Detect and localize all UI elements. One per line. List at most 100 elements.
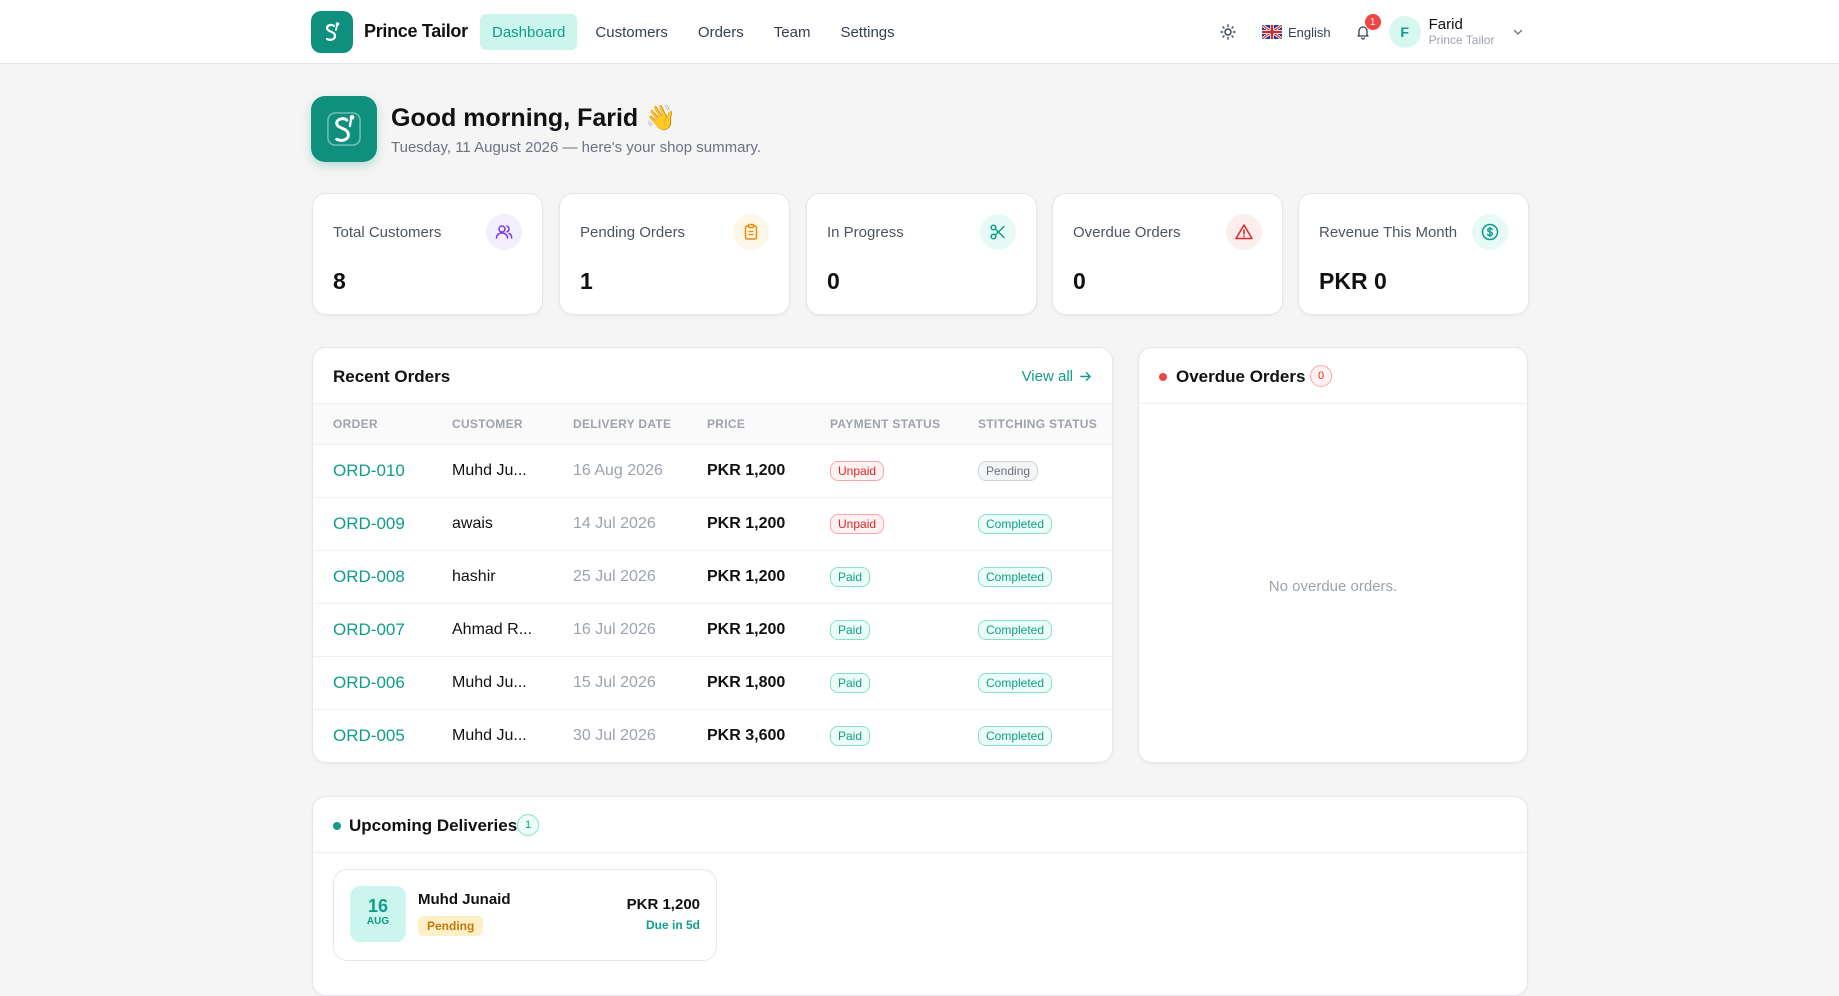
price-cell: PKR 1,200 — [687, 444, 810, 498]
stat-label: Total Customers — [333, 224, 442, 241]
language-selector[interactable]: English — [1262, 25, 1331, 40]
table-row[interactable]: ORD-009 awais 14 Jul 2026 PKR 1,200 Unpa… — [313, 497, 1112, 551]
delivery-status-badge: Pending — [418, 916, 484, 936]
count-badge: 1 — [517, 814, 539, 836]
app-logo[interactable] — [311, 11, 353, 53]
nav-orders[interactable]: Orders — [686, 14, 756, 50]
delivery-date-badge: 16 AUG — [350, 886, 406, 942]
payment-status-badge: Paid — [830, 672, 871, 693]
order-id-link[interactable]: ORD-005 — [333, 726, 405, 745]
stitching-status-badge: Completed — [978, 725, 1053, 746]
delivery-item[interactable]: 16 AUG Muhd Junaid Pending PKR 1,200 Due… — [333, 869, 717, 961]
table-row[interactable]: ORD-010 Muhd Ju... 16 Aug 2026 PKR 1,200… — [313, 444, 1112, 498]
user-name: Farid — [1428, 16, 1463, 33]
avatar: F — [1388, 16, 1421, 48]
notifications-button[interactable]: 1 — [1347, 14, 1381, 50]
order-id-link[interactable]: ORD-008 — [333, 567, 405, 586]
delivery-due: Due in 5d — [645, 918, 700, 932]
customer-cell: Ahmad R... — [432, 603, 553, 657]
table-row[interactable]: ORD-005 Muhd Ju... 30 Jul 2026 PKR 3,600… — [313, 709, 1112, 762]
recent-orders-card: Recent Orders View all ORDER CUSTOMER DE… — [312, 347, 1113, 763]
main-nav: Dashboard Customers Orders Team Settings — [480, 14, 907, 50]
stat-icon-wrap — [486, 214, 522, 250]
card-title: Recent Orders — [333, 367, 451, 386]
column-header[interactable]: STITCHING STATUS — [958, 404, 1112, 445]
payment-status-badge: Paid — [830, 619, 871, 640]
uk-flag-icon — [1262, 25, 1282, 39]
order-id-link[interactable]: ORD-010 — [333, 461, 405, 480]
customer-cell: Muhd Ju... — [432, 656, 553, 710]
top-navbar: Prince Tailor Dashboard Customers Orders… — [0, 0, 1839, 64]
stitching-status-badge: Completed — [978, 619, 1053, 640]
table-row[interactable]: ORD-008 hashir 25 Jul 2026 PKR 1,200 Pai… — [313, 550, 1112, 604]
stat-value: 8 — [333, 268, 346, 294]
order-id-link[interactable]: ORD-006 — [333, 673, 405, 692]
delivery-day: 16 — [367, 896, 389, 916]
customer-cell: hashir — [432, 550, 553, 604]
upcoming-deliveries-card: Upcoming Deliveries 1 16 AUG Muhd Junaid… — [312, 796, 1528, 996]
logo-mark-icon — [327, 112, 361, 146]
notification-count-badge: 1 — [1364, 14, 1381, 30]
card-title: Overdue Orders — [1176, 367, 1306, 386]
logo-mark-icon — [325, 22, 340, 41]
scissors-icon — [990, 224, 1005, 240]
header-controls: English 1 F Farid Prince Tailor — [1210, 14, 1524, 50]
order-id-link[interactable]: ORD-007 — [333, 620, 405, 639]
payment-status-badge: Paid — [830, 566, 871, 587]
column-header[interactable]: ORDER — [313, 404, 432, 445]
chevron-down-icon — [1514, 29, 1523, 35]
stat-card-revenue: Revenue This Month PKR 0 — [1298, 193, 1529, 315]
stat-value: PKR 0 — [1319, 268, 1387, 294]
payment-status-badge: Unpaid — [830, 460, 885, 481]
customer-cell: Muhd Ju... — [452, 726, 527, 744]
delivery-month: AUG — [366, 916, 390, 927]
table-row[interactable]: ORD-007 Ahmad R... 16 Jul 2026 PKR 1,200… — [313, 603, 1112, 657]
stitching-status-badge: Completed — [978, 672, 1053, 693]
arrow-right-icon — [1080, 372, 1091, 381]
card-header: Upcoming Deliveries 1 — [313, 797, 1527, 853]
empty-state-text: No overdue orders. — [1268, 578, 1398, 595]
nav-team[interactable]: Team — [762, 14, 823, 50]
stat-label: Pending Orders — [580, 224, 686, 241]
table-row[interactable]: ORD-006 Muhd Ju... 15 Jul 2026 PKR 1,800… — [313, 656, 1112, 710]
nav-dashboard[interactable]: Dashboard — [480, 14, 578, 50]
price-cell: PKR 1,800 — [687, 656, 810, 710]
delivery-date-cell: 30 Jul 2026 — [573, 726, 656, 744]
price-cell: PKR 1,200 — [687, 497, 810, 551]
stat-value: 0 — [827, 268, 840, 294]
delivery-date-cell: 25 Jul 2026 — [553, 550, 687, 604]
card-title: Upcoming Deliveries — [349, 816, 518, 835]
price-cell: PKR 1,200 — [687, 550, 810, 604]
status-dot — [1159, 373, 1167, 381]
nav-customers[interactable]: Customers — [583, 14, 680, 50]
delivery-date-cell: 15 Jul 2026 — [553, 656, 687, 710]
view-all-link[interactable]: View all — [1022, 368, 1092, 385]
column-header[interactable]: PAYMENT STATUS — [810, 404, 958, 445]
customer-cell: Muhd Ju... — [432, 444, 553, 498]
page-title: Good morning, Farid 👋 — [391, 104, 677, 132]
nav-settings[interactable]: Settings — [828, 14, 906, 50]
order-id-link[interactable]: ORD-009 — [333, 514, 405, 533]
stat-icon-wrap — [1226, 214, 1262, 250]
clipboard-icon — [744, 223, 758, 240]
count-badge: 0 — [1310, 365, 1332, 387]
delivery-price: PKR 1,200 — [626, 896, 700, 913]
user-menu[interactable]: F Farid Prince Tailor — [1388, 16, 1525, 48]
stat-icon-wrap — [733, 214, 769, 250]
stat-card-total-customers: Total Customers 8 — [312, 193, 543, 315]
column-header[interactable]: CUSTOMER — [432, 404, 553, 445]
delivery-date-cell: 14 Jul 2026 — [553, 497, 687, 551]
column-header[interactable]: PRICE — [687, 404, 810, 445]
stitching-status-badge: Completed — [978, 513, 1053, 534]
stat-value: 1 — [580, 268, 593, 294]
theme-toggle-button[interactable] — [1210, 14, 1246, 50]
column-header[interactable]: DELIVERY DATE — [553, 404, 687, 445]
stat-card-overdue-orders: Overdue Orders 0 — [1052, 193, 1283, 315]
stitching-status-badge: Pending — [978, 460, 1039, 481]
price-cell: PKR 1,200 — [687, 603, 810, 657]
sun-icon — [1220, 24, 1236, 40]
stat-label: Revenue This Month — [1319, 224, 1458, 241]
stat-label: Overdue Orders — [1073, 224, 1181, 241]
orders-table: ORDER CUSTOMER DELIVERY DATE PRICE PAYME… — [313, 404, 1112, 762]
payment-status-badge: Paid — [830, 725, 871, 746]
